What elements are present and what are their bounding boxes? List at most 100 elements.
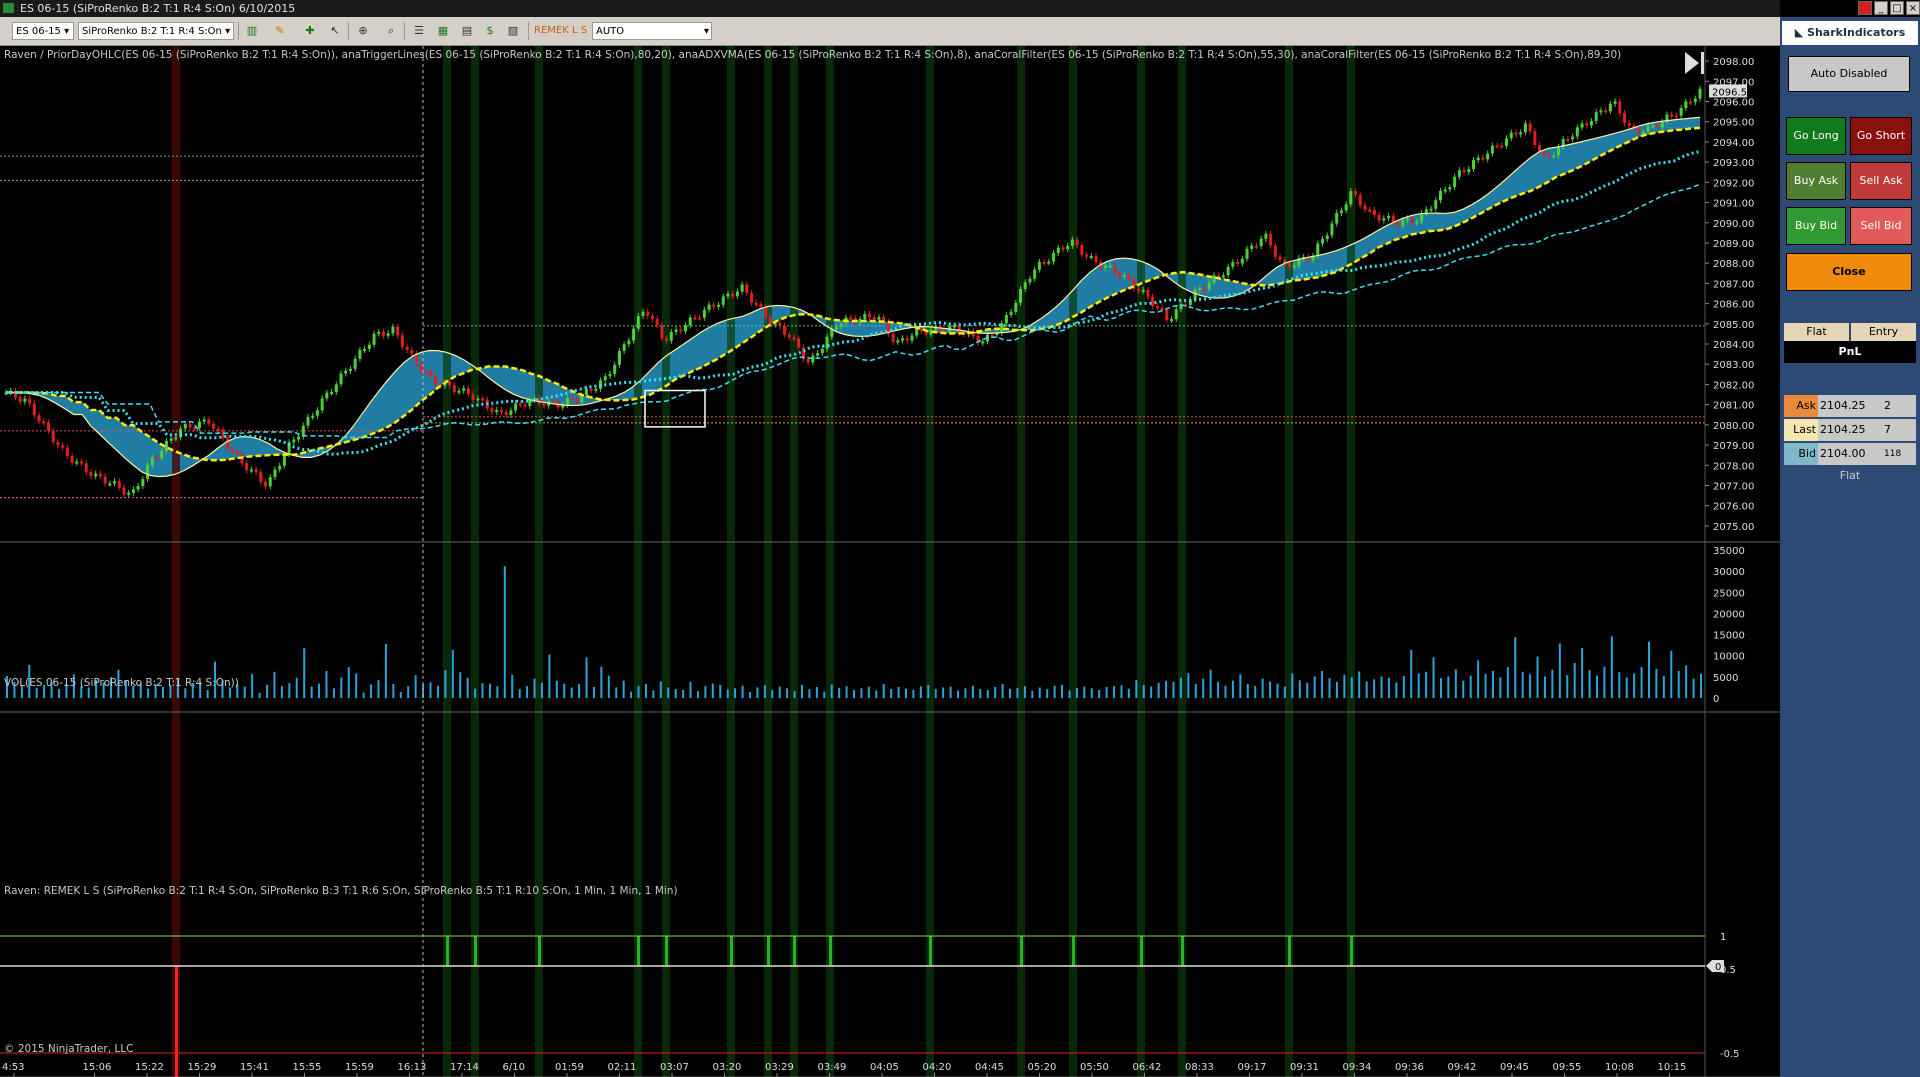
time-tick-label: 16:13 (398, 1062, 427, 1073)
volume-bar (652, 690, 655, 698)
window-title: ES 06-15 (SiProRenko B:2 T:1 R:4 S:On) 6… (20, 2, 296, 15)
sell-bid-button[interactable]: Sell Bid (1850, 207, 1912, 245)
long-signal-column (634, 46, 642, 1077)
volume-bar (1202, 678, 1205, 698)
volume-bar (1321, 670, 1324, 698)
app-icon (3, 3, 14, 13)
volume-bar (429, 682, 432, 698)
maximize-button[interactable]: □ (1890, 1, 1904, 15)
volume-bar (1447, 676, 1450, 698)
renko-bar (1453, 176, 1457, 188)
renko-bar (1278, 256, 1282, 260)
renko-bar (665, 338, 669, 341)
price-tick-label: 2090.00 (1713, 219, 1754, 230)
sell-ask-button[interactable]: Sell Ask (1850, 162, 1912, 200)
volume-bar (600, 666, 603, 698)
strategy-label[interactable]: REMEK L S (534, 25, 587, 36)
time-tick-label: 10:08 (1605, 1062, 1634, 1073)
volume-bar (280, 686, 283, 698)
volume-bar (644, 684, 647, 698)
renko-bar (1170, 319, 1174, 322)
volume-bar (540, 682, 543, 698)
volume-bar (243, 686, 246, 698)
dollar-icon[interactable]: $ (481, 22, 499, 40)
renko-bar (254, 469, 258, 473)
mode-select[interactable]: AUTO ▾ (592, 22, 712, 40)
renko-bar (98, 473, 102, 477)
volume-bar (1655, 668, 1658, 698)
renko-bar (131, 489, 135, 493)
volume-bar (964, 688, 967, 698)
indicators-icon[interactable]: ▦ (434, 22, 452, 40)
price-tick-label: 2075.00 (1713, 522, 1754, 533)
volume-bar (1536, 656, 1539, 698)
volume-bar (719, 684, 722, 698)
bid-row: Bid 2104.00 118 (1784, 443, 1916, 465)
volume-bar (1603, 666, 1606, 698)
shark-icon: ◣ (1794, 26, 1808, 39)
renko-bar (1240, 258, 1244, 264)
time-tick-label: 15:55 (293, 1062, 322, 1073)
renko-bar (1198, 288, 1202, 291)
volume-bar (1380, 676, 1383, 698)
renko-bar (735, 291, 739, 297)
renko-bar (1528, 123, 1532, 132)
crosshair-icon[interactable]: ⊕ (354, 22, 372, 40)
renko-bar (957, 325, 961, 334)
renko-bar (1613, 101, 1617, 104)
go-short-button[interactable]: Go Short (1850, 117, 1912, 155)
crosshair-add-icon[interactable]: ✚ (301, 22, 319, 40)
renko-bar (56, 441, 60, 446)
renko-bar (764, 306, 768, 318)
zoom-icon[interactable]: ⌕ (382, 22, 400, 40)
renko-bar (207, 419, 211, 424)
volume-bar (474, 688, 477, 698)
volume-bar (1402, 676, 1405, 698)
renko-bar (1481, 157, 1485, 160)
ask-label: Ask (1784, 395, 1818, 417)
renko-bar (1085, 254, 1089, 257)
time-tick-label: 03:49 (818, 1062, 847, 1073)
volume-bar (1662, 676, 1665, 698)
renko-bar (429, 371, 433, 377)
price-chart[interactable]: 2098.002097.002096.002095.002094.002093.… (0, 46, 1780, 1077)
renko-bar (1495, 145, 1499, 148)
renko-bar (160, 451, 164, 458)
bar-style-icon[interactable]: ▥ (243, 22, 261, 40)
properties-icon[interactable]: ☰ (410, 22, 428, 40)
renko-bar (518, 403, 522, 406)
volume-tick-label: 25000 (1713, 588, 1745, 599)
volume-bar (912, 689, 915, 698)
volume-bar (1469, 675, 1472, 698)
draw-tool-icon[interactable]: ✎ (271, 22, 289, 40)
volume-bar (763, 685, 766, 698)
renko-bar (849, 317, 853, 320)
renko-bar (410, 350, 414, 354)
renko-bar (868, 314, 872, 318)
renko-bar (1047, 261, 1051, 264)
data-box-icon[interactable]: ▧ (504, 22, 522, 40)
renko-bar (523, 404, 527, 407)
volume-bar (1491, 670, 1494, 698)
go-long-button[interactable]: Go Long (1786, 117, 1846, 155)
auto-toggle-button[interactable]: Auto Disabled (1788, 56, 1910, 92)
renko-bar (1410, 218, 1414, 223)
renko-bar (1141, 289, 1145, 292)
renko-bar (353, 358, 357, 369)
buy-ask-button[interactable]: Buy Ask (1786, 162, 1846, 200)
close-position-button[interactable]: Close (1786, 253, 1912, 291)
mode-value: AUTO (596, 26, 625, 37)
close-window-button[interactable]: × (1906, 1, 1920, 15)
volume-bar (1595, 675, 1598, 698)
volume-bar (845, 686, 848, 698)
bar-type-select[interactable]: SiProRenko B:2 T:1 R:4 S:On ▾ (78, 22, 234, 40)
minimize-button[interactable]: _ (1874, 1, 1888, 15)
volume-bar (637, 685, 640, 698)
stop-icon[interactable] (1858, 1, 1872, 15)
volume-bar (1046, 689, 1049, 698)
buy-bid-button[interactable]: Buy Bid (1786, 207, 1846, 245)
instrument-select[interactable]: ES 06-15 ▾ (12, 22, 74, 40)
volume-bar (800, 684, 803, 698)
strategies-icon[interactable]: ▤ (458, 22, 476, 40)
pointer-icon[interactable]: ↖ (326, 22, 344, 40)
